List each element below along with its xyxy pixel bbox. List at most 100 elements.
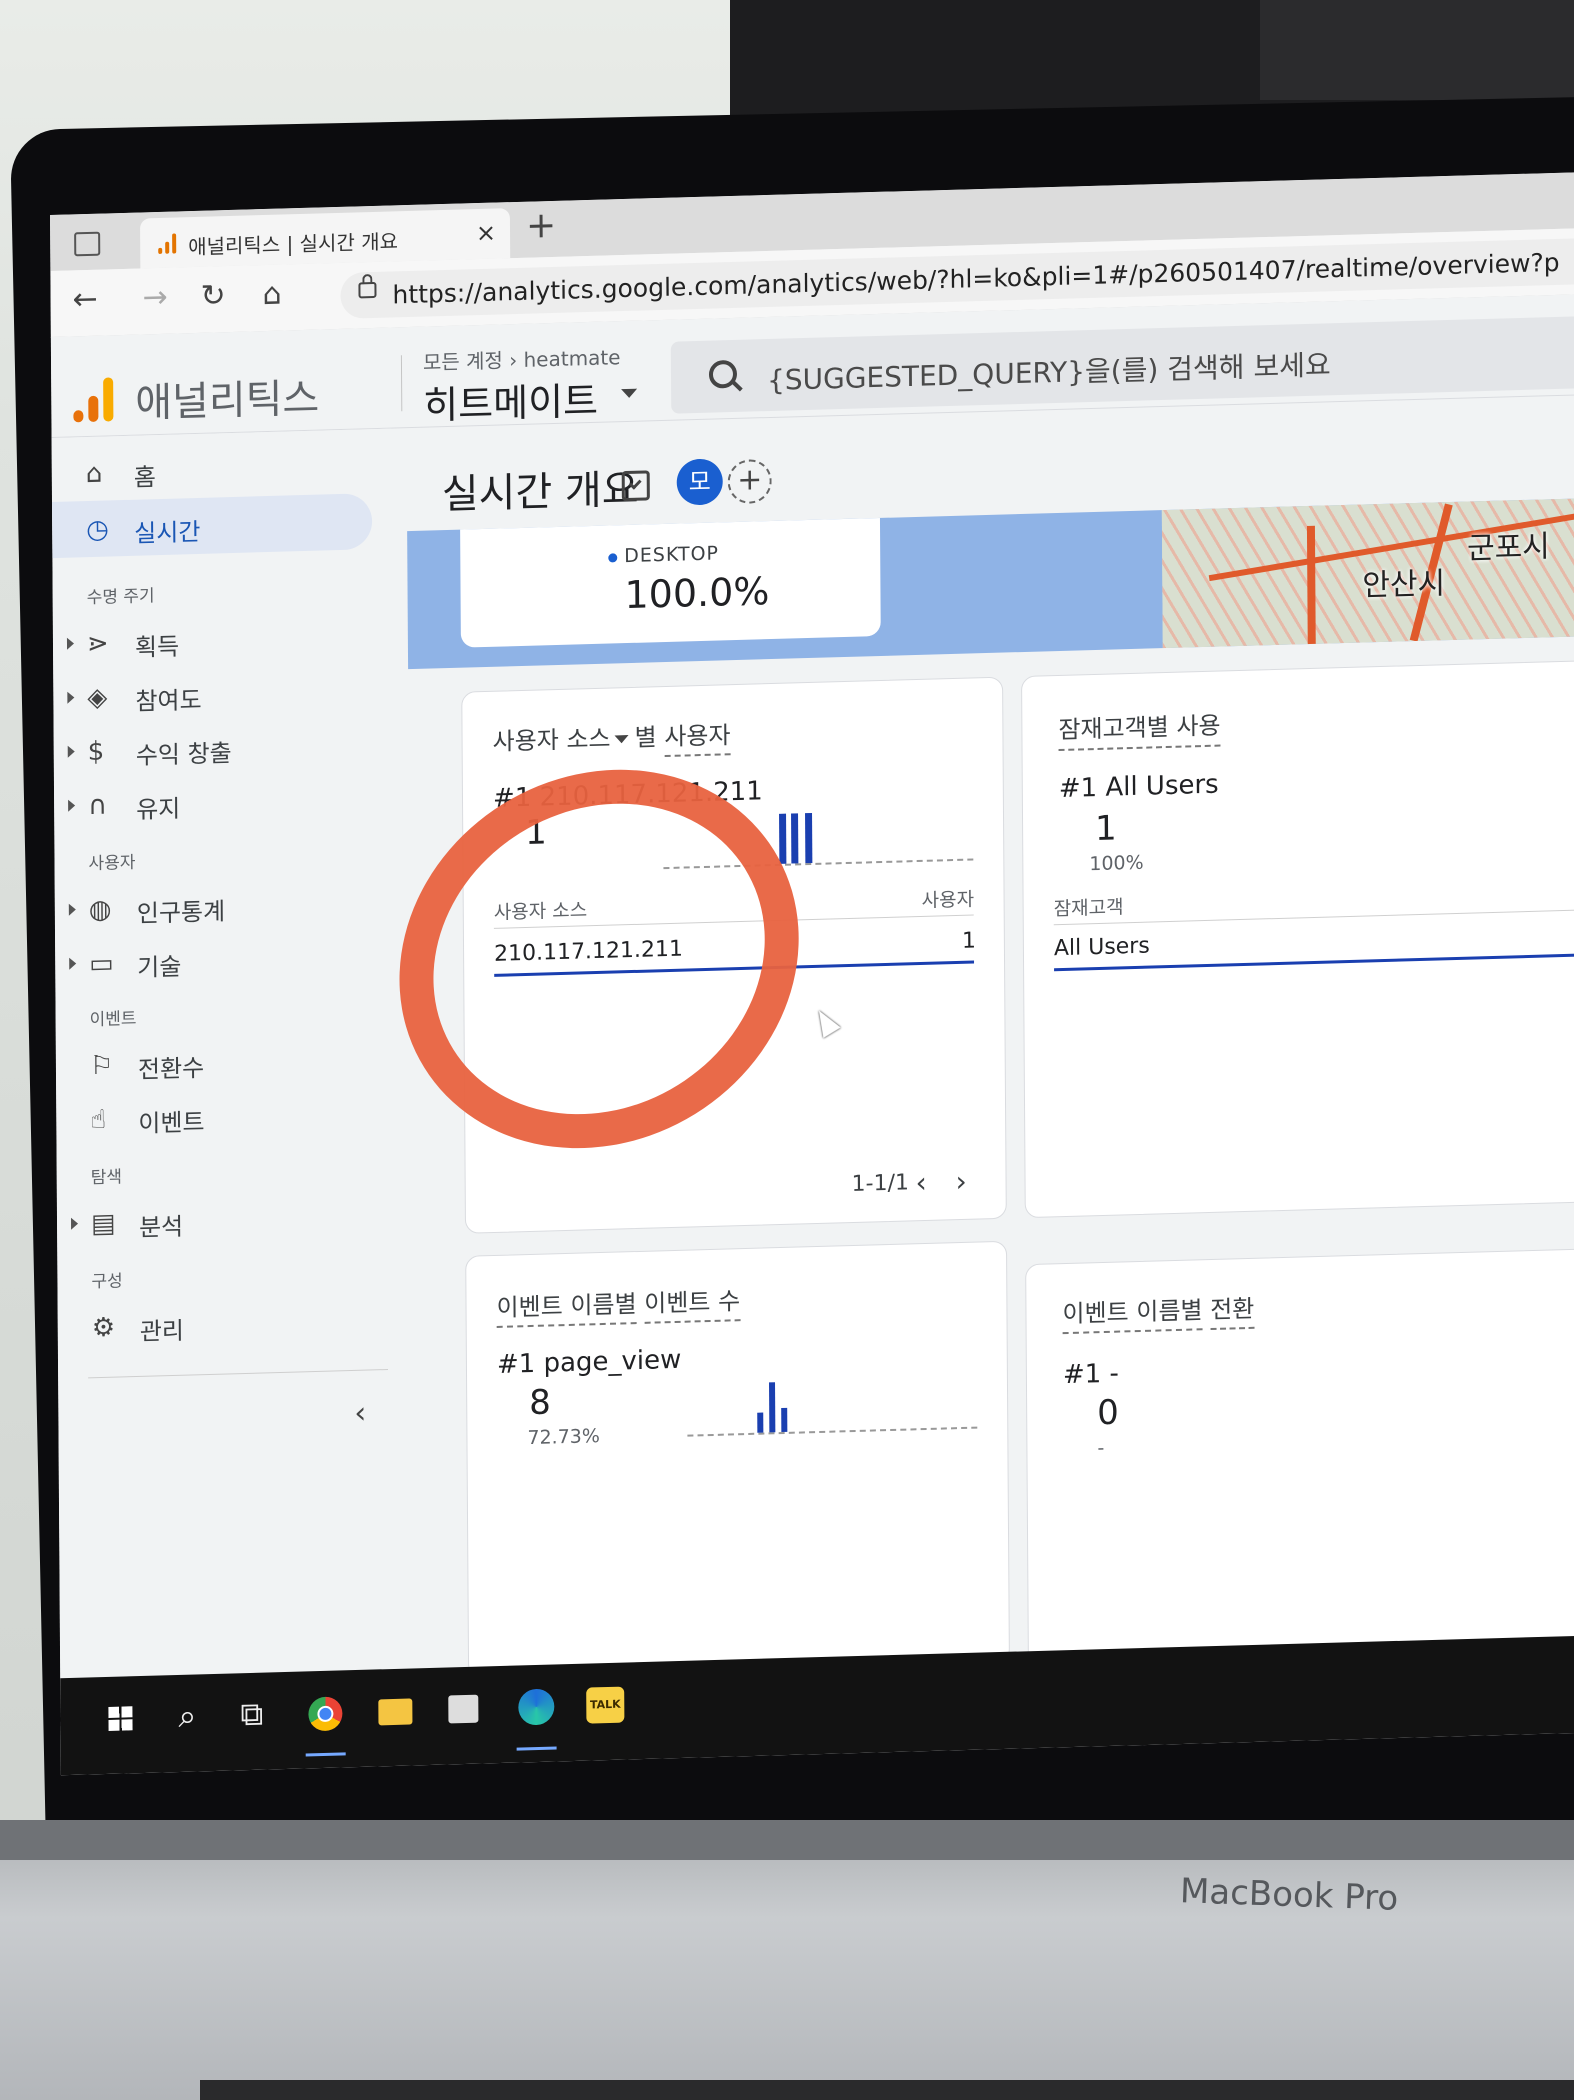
card-title: 사용자 소스 별 사용자 <box>492 715 731 758</box>
card-title[interactable]: 잠재고객별 사용 <box>1058 705 1221 752</box>
top-value: 8 <box>529 1382 551 1424</box>
chart-bar <box>757 1412 764 1433</box>
sidebar-item-home[interactable]: ⌂ 홈 <box>52 437 372 502</box>
dimension-selector[interactable]: 사용자 소스 <box>492 725 610 756</box>
close-tab-icon[interactable]: × <box>476 219 496 248</box>
analysis-icon: ▤ <box>90 1208 116 1240</box>
acquisition-icon: ⋗ <box>86 628 109 660</box>
conversions-by-name-card: 이벤트 이름별 전환 #1 - 0 - <box>1025 1247 1574 1667</box>
expand-arrow-icon[interactable] <box>67 745 75 758</box>
metric-label[interactable]: 이벤트 수 <box>644 1287 741 1324</box>
edge-icon[interactable] <box>518 1688 555 1726</box>
card-title: 이벤트 이름별 전환 <box>1062 1289 1255 1335</box>
metric-label[interactable]: 전환 <box>1210 1294 1255 1331</box>
sidebar-item-admin[interactable]: ⚙ 관리 <box>58 1291 378 1356</box>
title-separator: 별 <box>634 723 657 752</box>
chart-bar <box>769 1382 776 1433</box>
search-icon[interactable]: ⌕ <box>178 1696 196 1736</box>
analytics-logo-icon[interactable] <box>73 375 117 423</box>
laptop-brand-label: MacBook Pro <box>1179 1871 1399 1919</box>
device-value: 100.0% <box>624 569 770 618</box>
chevron-down-icon[interactable] <box>614 735 629 744</box>
store-icon[interactable] <box>448 1694 479 1724</box>
metric-label[interactable]: 사용자 <box>664 721 731 758</box>
expand-arrow-icon[interactable] <box>66 637 75 650</box>
top-percent: - <box>1097 1437 1105 1460</box>
chart-bar <box>805 812 813 864</box>
expand-arrow-icon[interactable] <box>68 903 76 916</box>
back-icon[interactable]: ← <box>72 282 97 318</box>
events-by-name-card: 이벤트 이름별 이벤트 수 #1 page_view 8 72.73% <box>465 1240 1010 1678</box>
sidebar-item-label: 실시간 <box>134 517 201 548</box>
series-dot <box>608 553 618 563</box>
sidebar-item-events[interactable]: ☝ 이벤트 <box>56 1083 376 1148</box>
expand-arrow-icon[interactable] <box>67 691 75 704</box>
globe-icon: ◍ <box>88 894 112 926</box>
reload-icon[interactable]: ↻ <box>200 278 225 314</box>
devices-icon: ▭ <box>89 948 114 980</box>
chart-bar <box>779 813 787 864</box>
verified-report-icon[interactable] <box>621 470 650 502</box>
top-value: 1 <box>1094 808 1117 850</box>
section-configure: 구성 <box>91 1271 123 1293</box>
search-placeholder[interactable]: {SUGGESTED_QUERY}을(를) 검색해 보세요 <box>767 343 1331 399</box>
column-header[interactable]: 사용자 <box>922 884 975 912</box>
chevron-down-icon[interactable] <box>621 388 638 399</box>
lock-icon[interactable] <box>358 281 377 299</box>
top-rank: #1 - <box>1062 1358 1119 1391</box>
property-selector[interactable]: 히트메이트 <box>423 370 598 430</box>
chart-bar <box>781 1407 788 1433</box>
comparison-chip[interactable]: 모 <box>676 458 723 506</box>
home-icon[interactable]: ⌂ <box>262 277 281 313</box>
app-name[interactable]: 애널리틱스 <box>135 366 319 429</box>
sidebar-item-label: 분석 <box>138 1212 184 1242</box>
prev-page-icon[interactable]: ‹ <box>915 1166 926 1199</box>
sidebar-item-tech[interactable]: ▭ 기술 <box>55 927 375 992</box>
dimension-label[interactable]: 이벤트 이름별 <box>1062 1296 1203 1335</box>
flag-icon: ⚐ <box>89 1050 114 1082</box>
map-city-label: 안산시 <box>1362 566 1446 604</box>
expand-arrow-icon[interactable] <box>68 799 76 812</box>
new-tab-button[interactable]: + <box>526 205 556 247</box>
laptop-screen: 애널리틱스 | 실시간 개요 × + ← → ↻ ⌂ https://analy… <box>50 172 1574 1776</box>
table-cell: 1 <box>961 928 976 954</box>
sidebar-item-analysis[interactable]: ▤ 분석 <box>57 1187 377 1252</box>
next-page-icon[interactable]: › <box>955 1165 966 1198</box>
home-icon: ⌂ <box>85 458 103 490</box>
table-divider <box>1053 909 1574 926</box>
dimension-label[interactable]: 이벤트 이름별 <box>496 1290 637 1328</box>
file-explorer-icon[interactable] <box>378 1698 413 1726</box>
tag-icon: ◈ <box>87 682 108 714</box>
section-lifecycle: 수명 주기 <box>86 586 155 609</box>
section-user: 사용자 <box>88 852 136 875</box>
search-bar[interactable]: {SUGGESTED_QUERY}을(를) 검색해 보세요 <box>670 316 1574 414</box>
sidebar-item-label: 참여도 <box>135 685 202 716</box>
tab-title: 애널리틱스 | 실시간 개요 <box>188 229 399 260</box>
sidebar-item-retention[interactable]: ∩ 유지 <box>54 769 374 834</box>
chart-baseline <box>687 1426 978 1437</box>
task-view-icon[interactable]: ⧉ <box>240 1695 263 1735</box>
sidebar-item-label: 인구통계 <box>136 897 226 928</box>
top-rank: #1 page_view <box>496 1344 682 1380</box>
section-explore: 탐색 <box>90 1167 123 1189</box>
laptop-hinge <box>0 1820 1574 1860</box>
tab-actions-icon[interactable] <box>74 231 101 257</box>
collapse-sidebar-icon[interactable]: ‹ <box>354 1396 366 1431</box>
sidebar-item-label: 전환수 <box>137 1054 205 1084</box>
magnet-icon: ∩ <box>88 790 108 822</box>
expand-arrow-icon[interactable] <box>70 1217 79 1230</box>
windows-start-icon[interactable] <box>108 1706 133 1731</box>
gear-icon: ⚙ <box>91 1312 116 1344</box>
sidebar-item-realtime[interactable]: ◷ 실시간 <box>52 493 373 559</box>
chrome-icon[interactable] <box>308 1696 343 1732</box>
column-header[interactable]: 잠재고객 <box>1054 892 1124 921</box>
expand-arrow-icon[interactable] <box>69 957 77 970</box>
sidebar-item-label: 수익 창출 <box>135 739 232 770</box>
kakaotalk-icon[interactable]: TALK <box>586 1686 625 1724</box>
forward-icon[interactable]: → <box>142 280 167 316</box>
top-rank: #1 All Users <box>1058 769 1219 805</box>
clock-icon: ◷ <box>86 514 109 546</box>
sidebar-item-label: 이벤트 <box>138 1108 205 1138</box>
add-comparison-button[interactable]: + <box>727 458 772 505</box>
sidebar-divider <box>88 1369 388 1379</box>
